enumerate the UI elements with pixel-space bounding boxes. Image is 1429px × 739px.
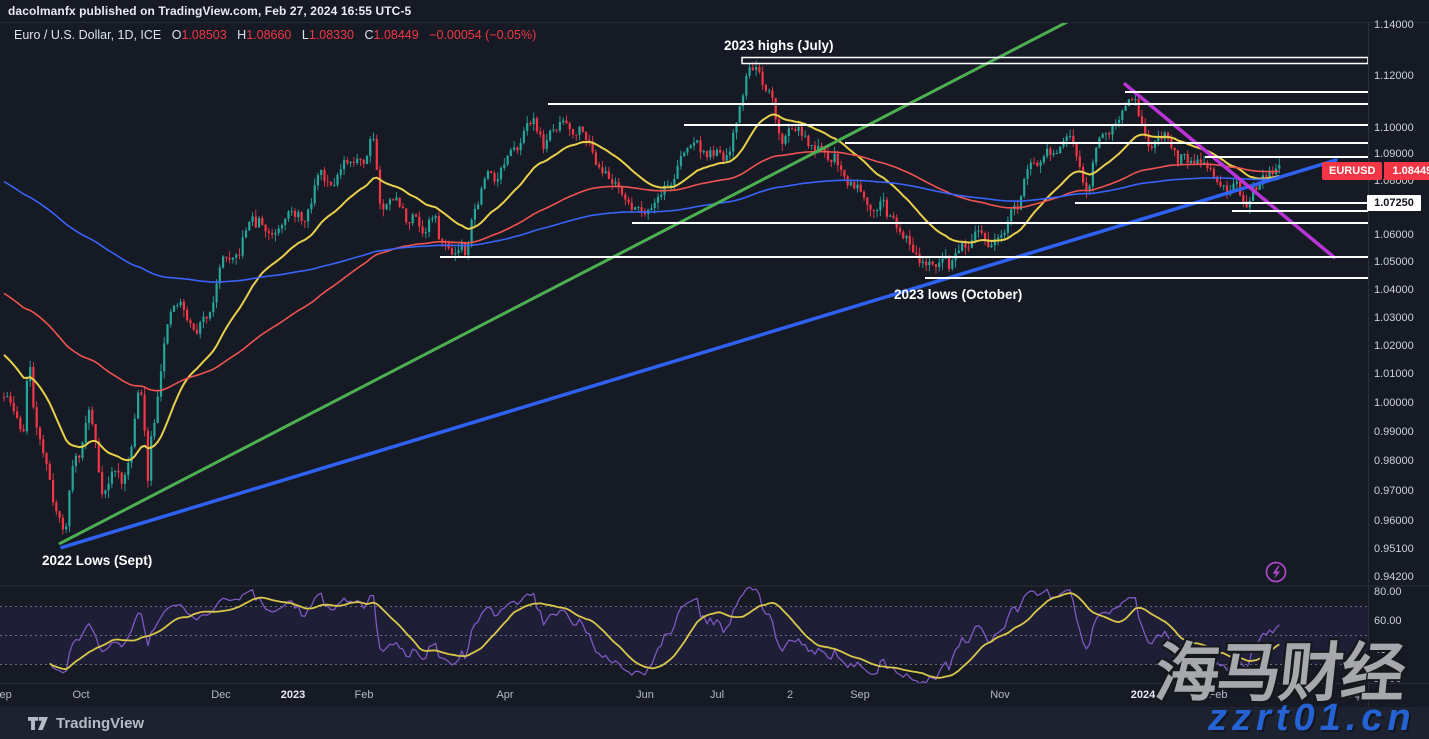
time-axis-label: Dec [211, 689, 231, 701]
price-axis-label: 1.02000 [1374, 340, 1414, 352]
time-axis-label: 2024 [1131, 689, 1155, 701]
price-pane [3, 20, 1368, 547]
change-value: −0.00054 (−0.05%) [429, 28, 536, 42]
price-axis-label: 1.09000 [1374, 148, 1414, 160]
price-axis-label: 1.01000 [1374, 368, 1414, 380]
annotation-2022-lows: 2022 Lows (Sept) [42, 553, 152, 568]
tradingview-brand-text[interactable]: TradingView [56, 715, 144, 732]
price-axis-label: 0.98000 [1374, 455, 1414, 467]
time-axis-label: Feb [355, 689, 374, 701]
time-axis-label: Nov [990, 689, 1010, 701]
fast-ma [4, 115, 1279, 461]
rsi-axis-label: 80.00 [1374, 586, 1402, 598]
price-axis-label: 0.99000 [1374, 426, 1414, 438]
open-value: 1.08503 [182, 28, 227, 42]
attribution-text: dacolmanfx published on TradingView.com,… [8, 4, 411, 18]
time-axis-label: Apr [496, 689, 513, 701]
time-axis-label: 2023 [281, 689, 305, 701]
price-tag-symbol: EURUSD [1322, 162, 1382, 180]
price-axis-label: 0.94200 [1374, 571, 1414, 583]
time-axis-label: Sep [0, 689, 12, 701]
time-axis-label: Jul [710, 689, 724, 701]
time-axis-label: Oct [72, 689, 89, 701]
lightning-icon [1267, 563, 1286, 582]
price-axis-label: 1.06000 [1374, 229, 1414, 241]
high-label: H [237, 28, 246, 42]
high-value: 1.08660 [246, 28, 291, 42]
close-value: 1.08449 [374, 28, 419, 42]
level-price-tag: 1.07250 [1367, 195, 1421, 211]
low-value: 1.08330 [309, 28, 354, 42]
low-label: L [302, 28, 309, 42]
time-axis-label: 2 [787, 689, 793, 701]
close-label: C [365, 28, 374, 42]
mid-ma [4, 152, 1279, 391]
symbol-title: Euro / U.S. Dollar, 1D, ICE [14, 28, 161, 42]
tradingview-logo-icon[interactable] [28, 715, 48, 732]
price-axis-label: 1.14000 [1374, 19, 1414, 31]
time-axis-label: Sep [850, 689, 870, 701]
price-tag-value: 1.08449 [1384, 162, 1429, 180]
watermark-url-text: zzrt01.cn [1208, 697, 1416, 739]
price-axis-label: 1.03000 [1374, 312, 1414, 324]
slow-ma [4, 178, 1279, 282]
price-axis-label: 0.97000 [1374, 485, 1414, 497]
price-axis-label: 0.96000 [1374, 515, 1414, 527]
price-axis-label: 1.10000 [1374, 122, 1414, 134]
last-price-tag: EURUSD 1.08449 [1322, 162, 1429, 180]
price-axis-label: 1.05000 [1374, 256, 1414, 268]
tradingview-published-chart: dacolmanfx published on TradingView.com,… [0, 0, 1429, 739]
price-axis-label: 1.00000 [1374, 397, 1414, 409]
price-axis-label: 1.04000 [1374, 284, 1414, 296]
price-axis-label: 1.12000 [1374, 70, 1414, 82]
time-axis-label: Jun [636, 689, 654, 701]
candles-layer [3, 61, 1280, 535]
annotation-2023-highs: 2023 highs (July) [724, 38, 834, 53]
symbol-legend[interactable]: Euro / U.S. Dollar, 1D, ICE O1.08503 H1.… [14, 28, 536, 42]
open-label: O [172, 28, 182, 42]
annotation-2023-lows: 2023 lows (October) [894, 287, 1022, 302]
price-axis-label: 0.95100 [1374, 543, 1414, 555]
resistance-band-2023-high [742, 58, 1368, 64]
